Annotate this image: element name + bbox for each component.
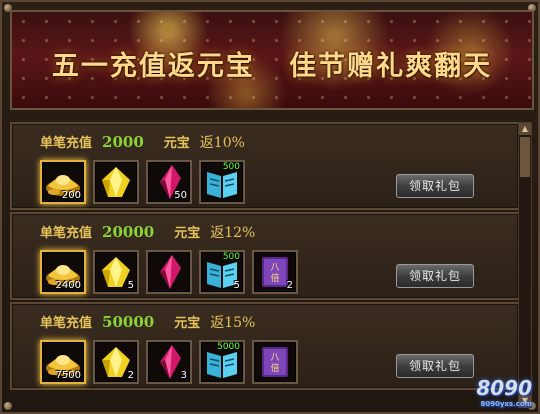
scroll-thumb[interactable] xyxy=(520,137,530,177)
svg-text:倍: 倍 xyxy=(270,272,279,284)
reward-slot[interactable]: 八倍 xyxy=(252,340,298,384)
claim-gift-button[interactable]: 领取礼包 xyxy=(396,264,474,288)
tier-amount: 2000 xyxy=(102,133,144,151)
reward-items: 7500 2 3 5000 八倍 xyxy=(40,340,298,384)
panel-frame: 五一充值返元宝 佳节赠礼爽翻天 单笔充值 2000 元宝 返10% 200 50… xyxy=(0,0,540,414)
recharge-tier-row: 单笔充值 50000 元宝 返15% 7500 2 3 5000 八倍 领取礼包 xyxy=(10,302,520,390)
reward-slot[interactable]: 7500 xyxy=(40,340,86,384)
event-banner: 五一充值返元宝 佳节赠礼爽翻天 xyxy=(10,10,534,110)
tier-header: 单笔充值 50000 元宝 返15% xyxy=(40,312,255,332)
red-crystal-icon xyxy=(148,252,190,292)
item-badge: 500 xyxy=(222,162,240,172)
reward-slot[interactable] xyxy=(93,160,139,204)
purple-scroll-icon: 八倍 xyxy=(254,342,296,382)
item-quantity: 5 xyxy=(233,280,240,291)
reward-items: 2400 5 500 5八倍 2 xyxy=(40,250,298,294)
reward-slot[interactable]: 50 xyxy=(146,160,192,204)
item-quantity: 2400 xyxy=(55,280,81,291)
svg-text:八: 八 xyxy=(270,263,279,273)
item-quantity: 5 xyxy=(127,280,134,291)
item-badge: 500 xyxy=(222,252,240,262)
reward-slot[interactable] xyxy=(146,250,192,294)
claim-gift-button[interactable]: 领取礼包 xyxy=(396,174,474,198)
watermark-sub: 8090yxs.com xyxy=(480,400,532,408)
reward-slot[interactable]: 3 xyxy=(146,340,192,384)
item-quantity: 2 xyxy=(286,280,293,291)
recharge-tier-row: 单笔充值 20000 元宝 返12% 2400 5 500 5八倍 2 领取礼包 xyxy=(10,212,520,300)
reward-slot[interactable]: 5000 xyxy=(199,340,245,384)
reward-slot[interactable]: 2 xyxy=(93,340,139,384)
tier-return: 返10% xyxy=(199,135,245,151)
item-quantity: 7500 xyxy=(55,370,81,381)
scroll-up-icon[interactable]: ▲ xyxy=(519,123,531,135)
tier-amount: 50000 xyxy=(102,313,155,331)
tier-currency: 元宝 xyxy=(163,136,190,151)
tier-return: 返12% xyxy=(210,225,256,241)
recharge-tier-row: 单笔充值 2000 元宝 返10% 200 50 500 领取礼包 xyxy=(10,122,520,210)
yellow-gem-icon xyxy=(95,162,137,202)
tier-header: 单笔充值 20000 元宝 返12% xyxy=(40,222,255,242)
reward-slot[interactable]: 500 xyxy=(199,160,245,204)
reward-slot[interactable]: 500 5 xyxy=(199,250,245,294)
watermark-text: 8090 xyxy=(476,376,532,400)
item-quantity: 2 xyxy=(127,370,134,381)
reward-slot[interactable]: 八倍 2 xyxy=(252,250,298,294)
tier-header: 单笔充值 2000 元宝 返10% xyxy=(40,132,245,152)
reward-slot[interactable]: 5 xyxy=(93,250,139,294)
reward-slot[interactable]: 2400 xyxy=(40,250,86,294)
banner-title: 五一充值返元宝 佳节赠礼爽翻天 xyxy=(51,51,493,82)
tier-currency: 元宝 xyxy=(174,226,201,241)
tier-return: 返15% xyxy=(210,315,256,331)
site-watermark: 8090 8090yxs.com xyxy=(476,376,532,408)
tier-label: 单笔充值 xyxy=(40,136,93,151)
svg-text:八: 八 xyxy=(270,353,279,363)
scrollbar[interactable]: ▲ ▼ xyxy=(518,122,532,408)
tier-currency: 元宝 xyxy=(174,316,201,331)
tier-label: 单笔充值 xyxy=(40,316,93,331)
tier-label: 单笔充值 xyxy=(40,226,93,241)
corner-bolt xyxy=(4,402,12,410)
tier-amount: 20000 xyxy=(102,223,155,241)
item-quantity: 3 xyxy=(180,370,187,381)
item-badge: 5000 xyxy=(217,342,240,352)
item-quantity: 50 xyxy=(174,190,187,201)
item-quantity: 200 xyxy=(61,190,81,201)
reward-slot[interactable]: 200 xyxy=(40,160,86,204)
claim-gift-button[interactable]: 领取礼包 xyxy=(396,354,474,378)
reward-items: 200 50 500 xyxy=(40,160,245,204)
svg-text:倍: 倍 xyxy=(270,362,279,374)
